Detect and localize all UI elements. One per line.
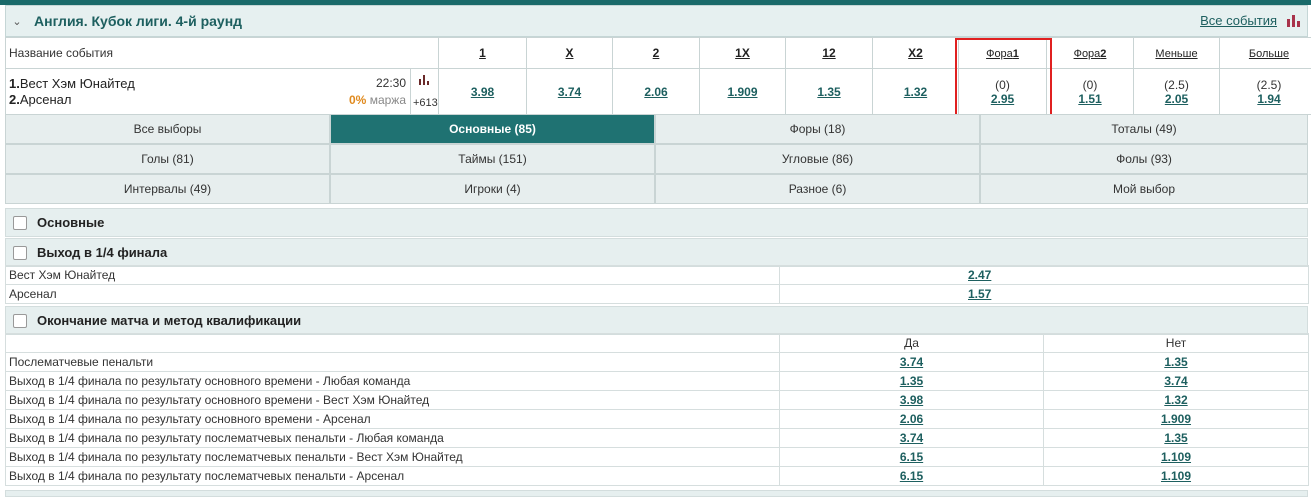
tab-all[interactable]: Все выборы <box>5 114 330 144</box>
table-header-row: Да Нет <box>5 333 1309 353</box>
section-method: Окончание матча и метод квалификации <box>5 306 1308 335</box>
event-teams-cell[interactable]: 1.Вест Хэм Юнайтед 2.Арсенал 22:30 0% ма… <box>5 68 411 115</box>
col-header-x: X <box>526 37 613 69</box>
odd-1[interactable]: 3.98 <box>471 85 494 99</box>
more-bets-count[interactable]: +613 <box>413 97 438 109</box>
event-bets-table: Название события 1 X 2 1X 12 X2 Фора1 Фо… <box>5 37 1311 115</box>
odd-yes[interactable]: 6.15 <box>900 469 923 483</box>
tab-handicaps[interactable]: Форы (18) <box>655 114 980 144</box>
table-row: Выход в 1/4 финала по результату послема… <box>5 466 1309 486</box>
col-header-under: Меньше <box>1133 37 1220 69</box>
tab-my-choice[interactable]: Мой выбор <box>980 174 1308 204</box>
section-title: Окончание матча и метод квалификации <box>37 313 302 328</box>
odd-qualify-team2[interactable]: 1.57 <box>968 287 991 301</box>
bets-header-row: Название события 1 X 2 1X 12 X2 Фора1 Фо… <box>5 37 1311 69</box>
odd-handicap1[interactable]: 2.95 <box>991 92 1014 106</box>
col-header-12: 12 <box>785 37 873 69</box>
section-title: Основные <box>37 215 105 230</box>
odd-no[interactable]: 1.909 <box>1161 412 1191 426</box>
odd-handicap2[interactable]: 1.51 <box>1078 92 1101 106</box>
odd-no[interactable]: 1.35 <box>1164 355 1187 369</box>
odd-no[interactable]: 3.74 <box>1164 374 1187 388</box>
market-tabs: Все выборы Основные (85) Форы (18) Тотал… <box>5 114 1308 204</box>
section-next <box>5 490 1308 497</box>
table-row: Выход в 1/4 финала по результату основно… <box>5 371 1309 391</box>
tab-fouls[interactable]: Фолы (93) <box>980 144 1308 174</box>
tab-halves[interactable]: Таймы (151) <box>330 144 655 174</box>
tab-goals[interactable]: Голы (81) <box>5 144 330 174</box>
col-yes: Да <box>779 333 1044 353</box>
table-row: Послематчевые пенальти 3.74 1.35 <box>5 352 1309 372</box>
odd-yes[interactable]: 3.74 <box>900 355 923 369</box>
event-time: 22:30 <box>375 76 406 90</box>
odd-no[interactable]: 1.109 <box>1161 469 1191 483</box>
handicap1-cell: (0) 2.95 <box>958 68 1047 115</box>
col-header-handicap2: Фора2 <box>1046 37 1134 69</box>
col-header-2: 2 <box>612 37 700 69</box>
tab-main[interactable]: Основные (85) <box>330 114 655 144</box>
stats-cell[interactable]: +613 <box>410 68 439 115</box>
odd-x2[interactable]: 1.32 <box>904 85 927 99</box>
event-row: 1.Вест Хэм Юнайтед 2.Арсенал 22:30 0% ма… <box>5 68 1311 115</box>
league-title: Англия. Кубок лиги. 4-й раунд <box>34 13 243 29</box>
odd-yes[interactable]: 2.06 <box>900 412 923 426</box>
col-header-1: 1 <box>438 37 527 69</box>
section-qualify: Выход в 1/4 финала <box>5 238 1308 267</box>
method-table: Да Нет Послематчевые пенальти 3.74 1.35 Вых… <box>5 333 1309 486</box>
event-name-header: Название события <box>5 37 439 69</box>
table-row: Выход в 1/4 финала по результату послема… <box>5 447 1309 467</box>
stats-icon[interactable] <box>419 75 431 85</box>
section-main: Основные <box>5 208 1308 237</box>
col-header-1x: 1X <box>699 37 786 69</box>
section-qualify-checkbox[interactable] <box>13 245 27 260</box>
tab-totals[interactable]: Тоталы (49) <box>980 114 1308 144</box>
section-main-checkbox[interactable] <box>13 215 27 230</box>
all-events-link[interactable]: Все события <box>1200 13 1277 28</box>
col-header-handicap1: Фора1 <box>958 37 1047 69</box>
handicap2-cell: (0) 1.51 <box>1046 68 1134 115</box>
odd-yes[interactable]: 1.35 <box>900 374 923 388</box>
odd-12[interactable]: 1.35 <box>817 85 840 99</box>
odd-yes[interactable]: 3.74 <box>900 431 923 445</box>
table-row: Выход в 1/4 финала по результату послема… <box>5 428 1309 448</box>
bar-chart-icon[interactable] <box>1287 15 1301 27</box>
col-no: Нет <box>1043 333 1309 353</box>
col-header-x2: X2 <box>872 37 959 69</box>
section-title: Выход в 1/4 финала <box>37 245 168 260</box>
odd-no[interactable]: 1.35 <box>1164 431 1187 445</box>
qualify-table: Вест Хэм Юнайтед 2.47 Арсенал 1.57 <box>5 265 1309 304</box>
section-method-checkbox[interactable] <box>13 313 27 328</box>
odd-x[interactable]: 3.74 <box>558 85 581 99</box>
team1-name: 1.Вест Хэм Юнайтед <box>9 75 135 91</box>
chevron-down-icon[interactable]: ⌄ <box>6 15 28 28</box>
table-row: Арсенал 1.57 <box>5 284 1309 304</box>
odd-under[interactable]: 2.05 <box>1165 92 1188 106</box>
over-cell: (2.5) 1.94 <box>1219 68 1311 115</box>
table-row: Выход в 1/4 финала по результату основно… <box>5 409 1309 429</box>
event-margin: 0% маржа <box>349 93 406 107</box>
tab-players[interactable]: Игроки (4) <box>330 174 655 204</box>
odd-1x[interactable]: 1.909 <box>727 85 757 99</box>
odd-2[interactable]: 2.06 <box>644 85 667 99</box>
odd-yes[interactable]: 6.15 <box>900 450 923 464</box>
tab-intervals[interactable]: Интервалы (49) <box>5 174 330 204</box>
odd-no[interactable]: 1.32 <box>1164 393 1187 407</box>
table-row: Вест Хэм Юнайтед 2.47 <box>5 265 1309 285</box>
table-row: Выход в 1/4 финала по результату основно… <box>5 390 1309 410</box>
col-header-over: Больше <box>1219 37 1311 69</box>
tab-corners[interactable]: Угловые (86) <box>655 144 980 174</box>
odd-yes[interactable]: 3.98 <box>900 393 923 407</box>
odd-over[interactable]: 1.94 <box>1257 92 1280 106</box>
league-header: ⌄ Англия. Кубок лиги. 4-й раунд Все собы… <box>5 5 1308 37</box>
odd-no[interactable]: 1.109 <box>1161 450 1191 464</box>
under-cell: (2.5) 2.05 <box>1133 68 1220 115</box>
tab-misc[interactable]: Разное (6) <box>655 174 980 204</box>
odd-qualify-team1[interactable]: 2.47 <box>968 268 991 282</box>
